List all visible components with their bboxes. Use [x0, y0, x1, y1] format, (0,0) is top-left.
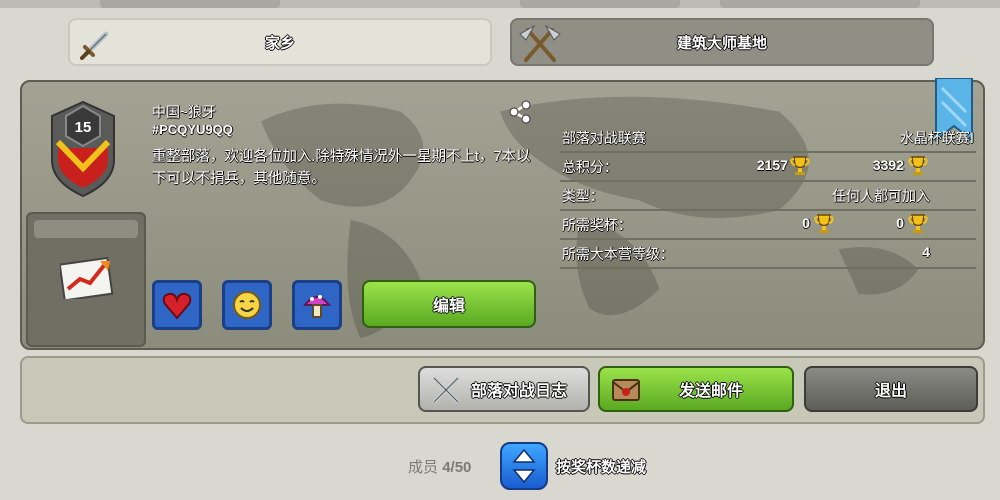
members-label: 成员	[408, 459, 439, 476]
stat-row-type: 类型： 任何人都可加入	[560, 182, 976, 211]
top-tab[interactable]	[720, 0, 920, 8]
required-trophies-home: 0	[802, 215, 810, 231]
edit-button[interactable]: 编辑	[362, 280, 536, 328]
clan-badge: 15	[51, 100, 115, 198]
heart-flair-button[interactable]	[152, 280, 202, 330]
required-townhall-value: 4	[922, 244, 930, 260]
war-log-label: 部落对战日志	[470, 383, 567, 400]
clan-stats-table: 部落对战联赛 水晶杯联赛Ⅰ 总积分： 2157 3392 类型： 任何人都可加入…	[560, 124, 976, 269]
type-value: 任何人都可加入	[832, 188, 930, 204]
war-league-value: 水晶杯联赛Ⅰ	[899, 130, 974, 146]
total-points-builder: 3392	[872, 157, 904, 173]
heart-icon	[162, 292, 192, 320]
share-icon[interactable]	[506, 98, 534, 126]
tab-builder-base[interactable]: 建筑大师基地	[510, 18, 934, 66]
required-townhall-label: 所需大本营等级：	[562, 246, 674, 262]
war-log-button[interactable]: 部落对战日志	[418, 366, 590, 412]
trophy-icon	[908, 156, 928, 175]
trophy-icon	[814, 214, 834, 233]
top-tab[interactable]	[520, 0, 680, 8]
members-count-value: 4/50	[442, 459, 472, 476]
mushroom-icon	[302, 295, 332, 318]
stat-row-war-league: 部落对战联赛 水晶杯联赛Ⅰ	[560, 124, 976, 153]
clan-description: 重整部落，欢迎各位加入.除特殊情况外一星期不上t，7本以下可以不捐兵，其他随意。	[152, 149, 531, 187]
clan-name: 中国~狼牙	[152, 104, 217, 120]
smile-flair-button[interactable]	[222, 280, 272, 330]
stat-row-total-points: 总积分： 2157 3392	[560, 153, 976, 182]
stat-row-required-trophies: 所需奖杯： 0 0	[560, 211, 976, 240]
send-mail-button[interactable]: 发送邮件	[598, 366, 794, 412]
mail-icon	[612, 379, 640, 401]
crossed-swords-icon	[432, 376, 460, 404]
total-points-label: 总积分：	[562, 159, 618, 175]
leave-clan-button[interactable]: 退出	[804, 366, 978, 412]
tab-builder-label: 建筑大师基地	[676, 34, 767, 52]
sort-icon	[512, 448, 536, 484]
top-tabs-strip	[0, 0, 1000, 8]
send-mail-label: 发送邮件	[678, 383, 743, 400]
clan-level-text: 15	[75, 119, 92, 136]
leave-label: 退出	[874, 383, 907, 400]
side-box-strip	[34, 220, 138, 238]
chart-trend-icon[interactable]	[60, 255, 114, 299]
trophy-icon	[790, 156, 810, 175]
clan-tag[interactable]: #PCQYU9QQ	[152, 122, 233, 137]
sort-order-button[interactable]	[500, 442, 548, 490]
total-points-home: 2157	[756, 157, 788, 173]
type-label: 类型：	[562, 188, 604, 204]
required-trophies-label: 所需奖杯：	[562, 217, 632, 233]
members-count: 成员 4/50	[408, 456, 471, 477]
trophy-icon	[908, 214, 928, 233]
tab-home-label: 家乡	[264, 34, 295, 52]
top-tab[interactable]	[100, 0, 280, 8]
stat-row-required-townhall: 所需大本营等级： 4	[560, 240, 976, 269]
war-league-label: 部落对战联赛	[562, 130, 646, 146]
required-trophies-builder: 0	[896, 215, 904, 231]
mushroom-flair-button[interactable]	[292, 280, 342, 330]
tab-home-village[interactable]: 家乡	[68, 18, 492, 66]
smile-icon	[233, 291, 261, 319]
sort-order-label: 按奖杯数递减	[556, 459, 647, 476]
